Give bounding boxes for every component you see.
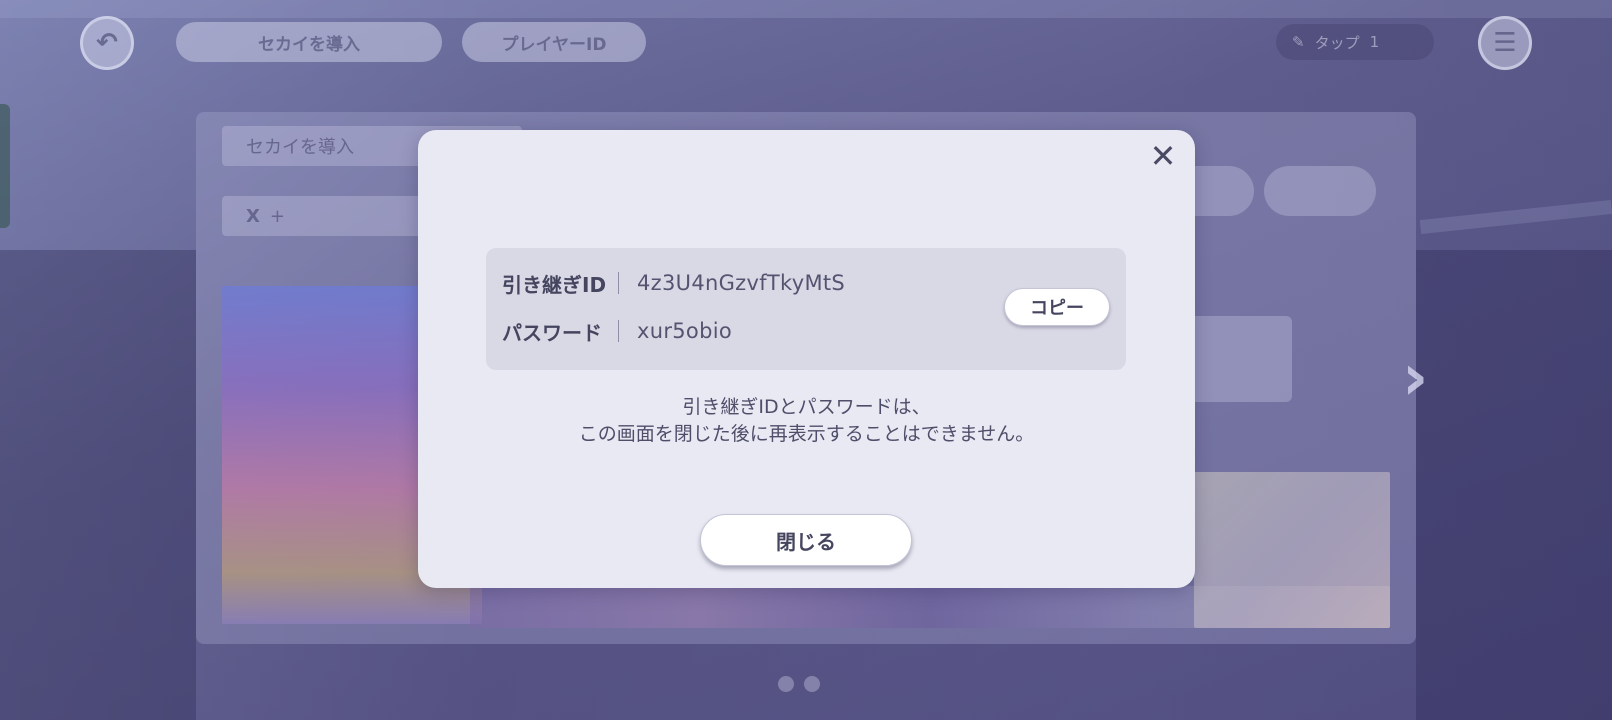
- close-button[interactable]: 閉じる: [700, 514, 912, 566]
- close-icon[interactable]: ✕: [1147, 137, 1179, 175]
- coin-counter: ✎ タップ 1: [1276, 24, 1434, 60]
- bg-share-field: X +: [222, 196, 422, 236]
- bg-share-plus: +: [269, 205, 285, 227]
- character-art: [1194, 472, 1390, 628]
- password-value: xur5obio: [637, 319, 732, 343]
- pencil-icon: ✎: [1292, 33, 1305, 51]
- transfer-id-row: 引き継ぎID 4z3U4nGzvfTkyMtS: [502, 268, 845, 298]
- back-arrow-icon: ↶: [96, 28, 118, 58]
- back-button[interactable]: ↶: [80, 16, 134, 70]
- bg-icon-button: [1264, 166, 1376, 216]
- divider: [618, 320, 619, 342]
- tab-player-id[interactable]: プレイヤーID: [462, 22, 646, 62]
- notice-text: 引き継ぎIDとパスワードは、 この画面を閉じた後に再表示することはできません。: [418, 394, 1195, 448]
- menu-icon: ☰: [1493, 28, 1517, 58]
- coin-count: 1: [1369, 33, 1380, 51]
- notice-line-2: この画面を閉じた後に再表示することはできません。: [578, 423, 1035, 445]
- notice-line-1: 引き継ぎIDとパスワードは、: [682, 396, 931, 418]
- tab-player-id-label: プレイヤーID: [501, 34, 607, 55]
- menu-button[interactable]: ☰: [1478, 16, 1532, 70]
- bg-beam: [0, 0, 1612, 18]
- chevron-right-icon[interactable]: ›: [1402, 346, 1428, 410]
- divider: [618, 272, 619, 294]
- bg-name-field-label: セカイを導入: [246, 137, 354, 158]
- password-label: パスワード: [502, 320, 602, 345]
- coin-label: タップ: [1314, 33, 1360, 52]
- side-tab[interactable]: [0, 104, 10, 228]
- bg-shadow-left: [0, 250, 196, 720]
- page-indicator: [778, 676, 820, 692]
- transfer-dialog: ✕ 引き継ぎID 4z3U4nGzvfTkyMtS パスワード xur5obio…: [418, 130, 1195, 588]
- copy-button[interactable]: コピー: [1004, 288, 1110, 326]
- tab-sekai[interactable]: セカイを導入: [176, 22, 442, 62]
- password-row: パスワード xur5obio: [502, 316, 732, 346]
- tab-sekai-label: セカイを導入: [258, 34, 360, 55]
- transfer-id-label: 引き継ぎID: [502, 272, 607, 297]
- x-logo-icon: X: [246, 205, 260, 227]
- copy-button-label: コピー: [1030, 298, 1084, 319]
- bg-shadow-right: [1416, 250, 1612, 720]
- credentials-box: 引き継ぎID 4z3U4nGzvfTkyMtS パスワード xur5obio コ…: [486, 248, 1126, 370]
- transfer-id-value: 4z3U4nGzvfTkyMtS: [637, 271, 846, 295]
- close-button-label: 閉じる: [776, 529, 836, 554]
